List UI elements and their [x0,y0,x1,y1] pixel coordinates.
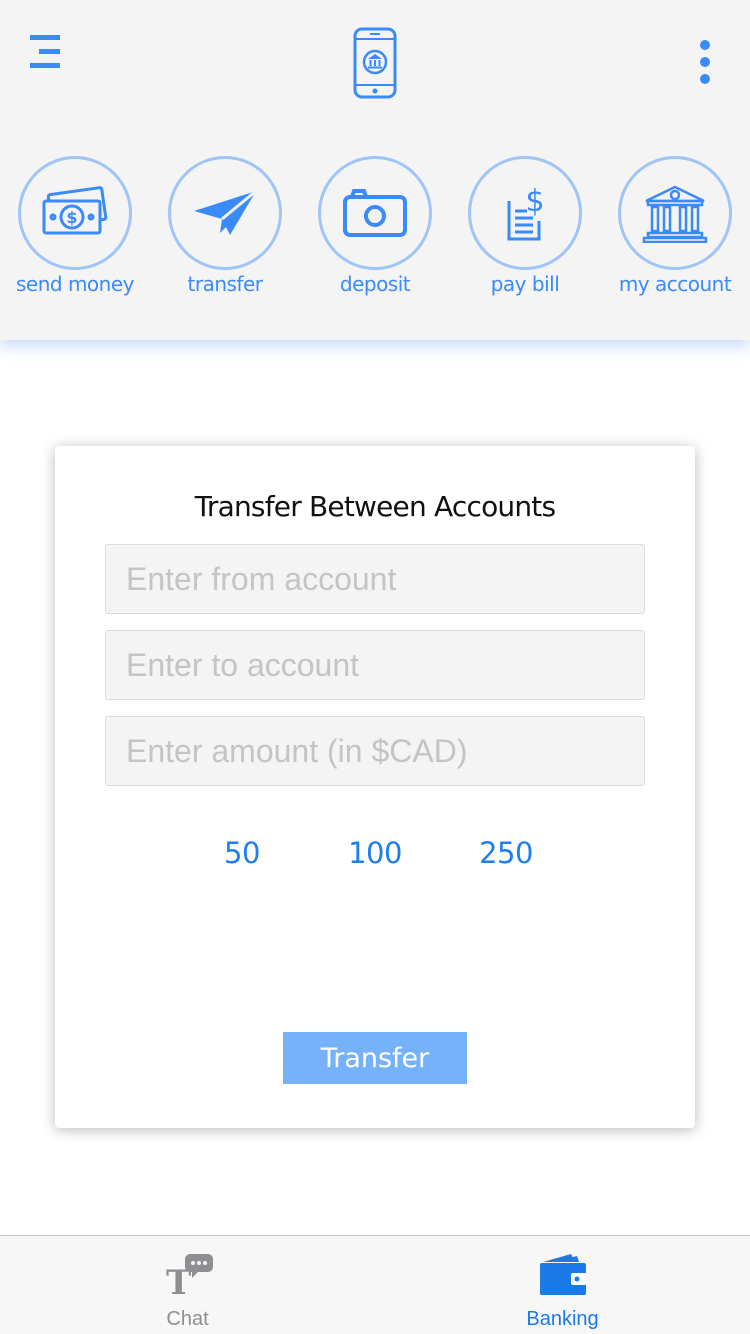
tab-chat[interactable]: T Chat [0,1236,375,1334]
paper-plane-icon [194,189,257,235]
action-circle [168,156,282,270]
amount-input[interactable] [105,716,645,786]
quick-amount-100[interactable]: 100 [335,836,415,870]
action-pay-bill[interactable]: $ pay bill [450,156,600,306]
svg-text:$: $ [66,208,77,227]
svg-text:$: $ [525,184,544,219]
wallet-icon [540,1254,587,1295]
bill-icon: $ [507,184,545,241]
tab-label: Banking [526,1308,599,1330]
action-label: pay bill [490,272,560,296]
menu-icon [30,35,60,68]
more-vertical-icon [700,40,710,84]
menu-button[interactable] [26,32,66,72]
top-header: $ send money transfer deposit $ pay bill… [0,0,750,340]
quick-actions: $ send money transfer deposit $ pay bill… [0,156,750,306]
phone-bank-logo-icon [353,27,397,99]
action-label: deposit [339,272,411,296]
svg-text:T: T [166,1263,191,1298]
chat-icon: T [166,1254,213,1298]
action-circle: $ [18,156,132,270]
action-label: my account [618,272,732,296]
camera-icon [343,189,407,237]
action-transfer[interactable]: transfer [150,156,300,306]
action-circle [618,156,732,270]
tab-bar: T Chat Banking [0,1235,750,1334]
tab-banking[interactable]: Banking [375,1236,750,1334]
action-my-account[interactable]: my account [600,156,750,306]
more-options-button[interactable] [690,36,720,88]
app-logo [352,27,398,99]
action-circle [318,156,432,270]
action-label: send money [16,272,135,296]
action-label: transfer [187,272,263,296]
from-account-input[interactable] [105,544,645,614]
quick-amount-50[interactable]: 50 [202,836,282,870]
transfer-button[interactable]: Transfer [283,1032,467,1084]
action-circle: $ [468,156,582,270]
to-account-input[interactable] [105,630,645,700]
action-send-money[interactable]: $ send money [0,156,150,306]
card-title: Transfer Between Accounts [194,490,556,523]
quick-amount-250[interactable]: 250 [466,836,546,870]
bank-icon [642,185,708,243]
cash-icon: $ [42,186,108,235]
action-deposit[interactable]: deposit [300,156,450,306]
tab-label: Chat [166,1308,209,1330]
transfer-card: Transfer Between Accounts 50 100 250 Tra… [55,446,695,1128]
